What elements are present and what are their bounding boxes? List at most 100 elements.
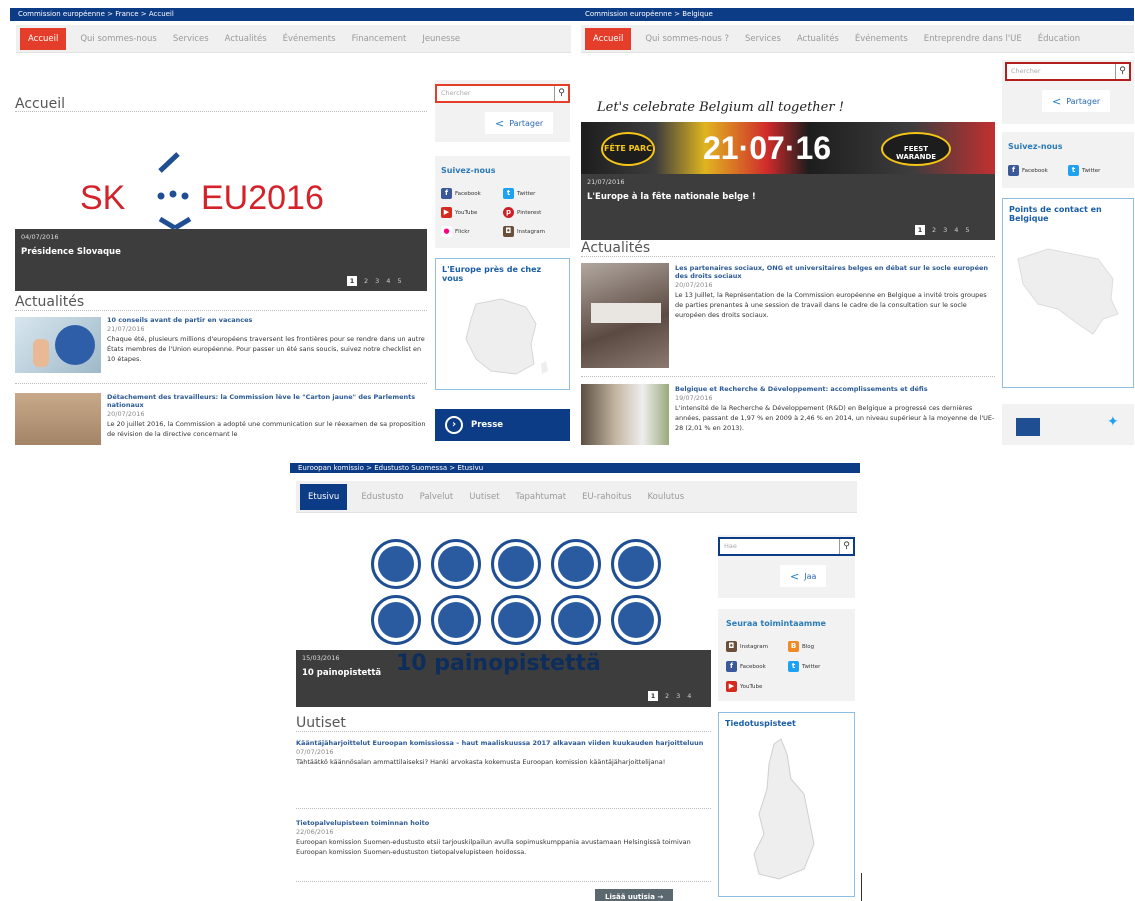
search-input[interactable]: Chercher [437, 86, 554, 101]
news-title[interactable]: Détachement des travailleurs: la Commiss… [107, 393, 427, 409]
social-facebook[interactable]: f Facebook [726, 661, 766, 672]
map-box[interactable]: Points de contact en Belgique [1002, 198, 1134, 388]
search-input[interactable]: Hae [720, 539, 839, 554]
social-pinterest[interactable]: p Pinterest [503, 207, 541, 218]
pager-3[interactable]: 3 [943, 226, 947, 234]
social-youtube[interactable]: ▶ YouTube [441, 207, 477, 218]
pager-3[interactable]: 3 [375, 277, 379, 285]
mouse-icon [431, 539, 481, 589]
slide-big-title: 10 painopistettä [396, 651, 601, 676]
news-title[interactable]: 10 conseils avant de partir en vacances [107, 316, 427, 324]
news-title[interactable]: Kääntäjäharjoittelut Euroopan komissioss… [296, 739, 711, 747]
finland-site: Euroopan komissio > Edustusto Suomessa >… [290, 463, 860, 901]
logo-sk: SK [80, 179, 126, 217]
nav-item-jeunesse[interactable]: Jeunesse [414, 34, 468, 44]
banner-feest-warande: FEEST WARANDE [881, 132, 951, 166]
pager-2[interactable]: 2 [364, 277, 368, 285]
nav-item-evenements[interactable]: Événements [275, 34, 344, 44]
pager-1[interactable]: 1 [915, 225, 925, 235]
pager-1[interactable]: 1 [347, 276, 357, 286]
map-box[interactable]: Tiedotuspisteet [718, 712, 855, 897]
map-box[interactable]: L'Europe près de chez vous [435, 258, 570, 390]
france-map-icon [465, 298, 548, 375]
twitter-icon[interactable]: ✦ [1107, 414, 1119, 430]
page-title: Accueil [15, 96, 65, 112]
nav-item-accueil[interactable]: Accueil [20, 27, 67, 50]
hero-slide[interactable]: Let's celebrate Belgium all together ! F… [581, 100, 995, 240]
social-youtube[interactable]: ▶ YouTube [726, 681, 762, 692]
pager-5[interactable]: 5 [965, 226, 969, 234]
breadcrumb: Commission européenne > France > Accueil [10, 8, 577, 21]
breadcrumb: Commission européenne > Belgique [577, 8, 1134, 21]
press-button[interactable]: › Presse [435, 409, 570, 441]
social-flickr[interactable]: ● Flickr [441, 226, 470, 237]
nav-item-uutiset[interactable]: Uutiset [461, 492, 507, 502]
social-blog[interactable]: B Blog [788, 641, 814, 652]
slide-title: L'Europe à la fête nationale belge ! [587, 192, 756, 202]
search-icon[interactable]: ⚲ [1115, 64, 1129, 79]
nav-item-edustusto[interactable]: Edustusto [353, 492, 411, 502]
share-button[interactable]: < Partager [1042, 90, 1111, 112]
social-facebook[interactable]: f Facebook [441, 188, 481, 199]
pager-4[interactable]: 4 [386, 277, 390, 285]
nav-item-palvelut[interactable]: Palvelut [412, 492, 462, 502]
social-twitter[interactable]: t Twitter [503, 188, 535, 199]
nav-item-koulutus[interactable]: Koulutus [640, 492, 693, 502]
news-thumbnail-research[interactable] [581, 384, 669, 445]
news-title[interactable]: Tietopalvelupisteen toiminnan hoito [296, 819, 711, 827]
more-news-button[interactable]: Lisää uutisia → [595, 889, 674, 901]
nav-item-actualites[interactable]: Actualités [217, 34, 275, 44]
news-title[interactable]: Les partenaires sociaux, ONG et universi… [675, 264, 995, 280]
social-twitter[interactable]: t Twitter [788, 661, 820, 672]
search-input[interactable]: Chercher [1007, 64, 1115, 79]
news-thumbnail-meeting[interactable] [581, 263, 669, 368]
social-instagram[interactable]: ◘ Instagram [726, 641, 768, 652]
nav-item-education[interactable]: Éducation [1030, 34, 1088, 44]
search-icon[interactable]: ⚲ [839, 539, 853, 554]
share-button[interactable]: < Jaa [780, 565, 827, 587]
follow-title: Suivez-nous [441, 166, 496, 175]
search-icon[interactable]: ⚲ [554, 86, 568, 101]
pager-2[interactable]: 2 [932, 226, 936, 234]
social-label: Twitter [802, 663, 821, 670]
hero-slide[interactable]: SK EU2016 04/07/2016 Présidence Slovaque… [15, 116, 427, 291]
news-item: 10 conseils avant de partir en vacances … [107, 316, 427, 364]
nav-item-financement[interactable]: Financement [344, 34, 415, 44]
nav-item-accueil[interactable]: Accueil [585, 27, 632, 50]
news-thumbnail-workers[interactable] [15, 393, 101, 445]
social-instagram[interactable]: ◘ Instagram [503, 226, 545, 237]
news-date: 21/07/2016 [107, 325, 145, 333]
news-separator [296, 881, 711, 882]
pager-1[interactable]: 1 [648, 691, 658, 701]
news-thumbnail-beach[interactable] [15, 317, 101, 373]
nav-item-services[interactable]: Services [165, 34, 217, 44]
pager-4[interactable]: 4 [954, 226, 958, 234]
pager-2[interactable]: 2 [665, 692, 669, 700]
nav-item-eu-rahoitus[interactable]: EU-rahoitus [574, 492, 639, 502]
nav-item-entreprendre[interactable]: Entreprendre dans l'UE [916, 34, 1030, 44]
pinterest-icon: p [503, 207, 514, 218]
instagram-icon: ◘ [503, 226, 514, 237]
nav-item-qui-sommes-nous[interactable]: Qui sommes-nous [72, 34, 164, 44]
nav-item-actualites[interactable]: Actualités [789, 34, 847, 44]
pager-5[interactable]: 5 [397, 277, 401, 285]
nav-item-qui-sommes-nous[interactable]: Qui sommes-nous ? [637, 34, 737, 44]
social-label: YouTube [455, 209, 478, 216]
social-label: Flickr [455, 228, 470, 235]
twitter-icon: t [503, 188, 514, 199]
nav-item-services[interactable]: Services [737, 34, 789, 44]
news-title[interactable]: Belgique et Recherche & Développement: a… [675, 385, 995, 393]
news-heading: Actualités [15, 294, 85, 310]
nav-item-tapahtumat[interactable]: Tapahtumat [508, 492, 575, 502]
share-button[interactable]: < Partager [485, 112, 554, 134]
social-twitter[interactable]: t Twitter [1068, 165, 1100, 176]
nav-item-etusivu[interactable]: Etusivu [300, 483, 348, 510]
news-item: Détachement des travailleurs: la Commiss… [107, 393, 427, 439]
pager-4[interactable]: 4 [687, 692, 691, 700]
pager-3[interactable]: 3 [676, 692, 680, 700]
social-facebook[interactable]: f Facebook [1008, 165, 1048, 176]
nav-item-evenements[interactable]: Événements [847, 34, 916, 44]
banner-tagline: Let's celebrate Belgium all together ! [597, 100, 844, 115]
hero-slide[interactable]: 15/03/2016 10 painopistettä 10 painopist… [296, 533, 711, 708]
newsletter-icon[interactable] [1016, 418, 1040, 436]
